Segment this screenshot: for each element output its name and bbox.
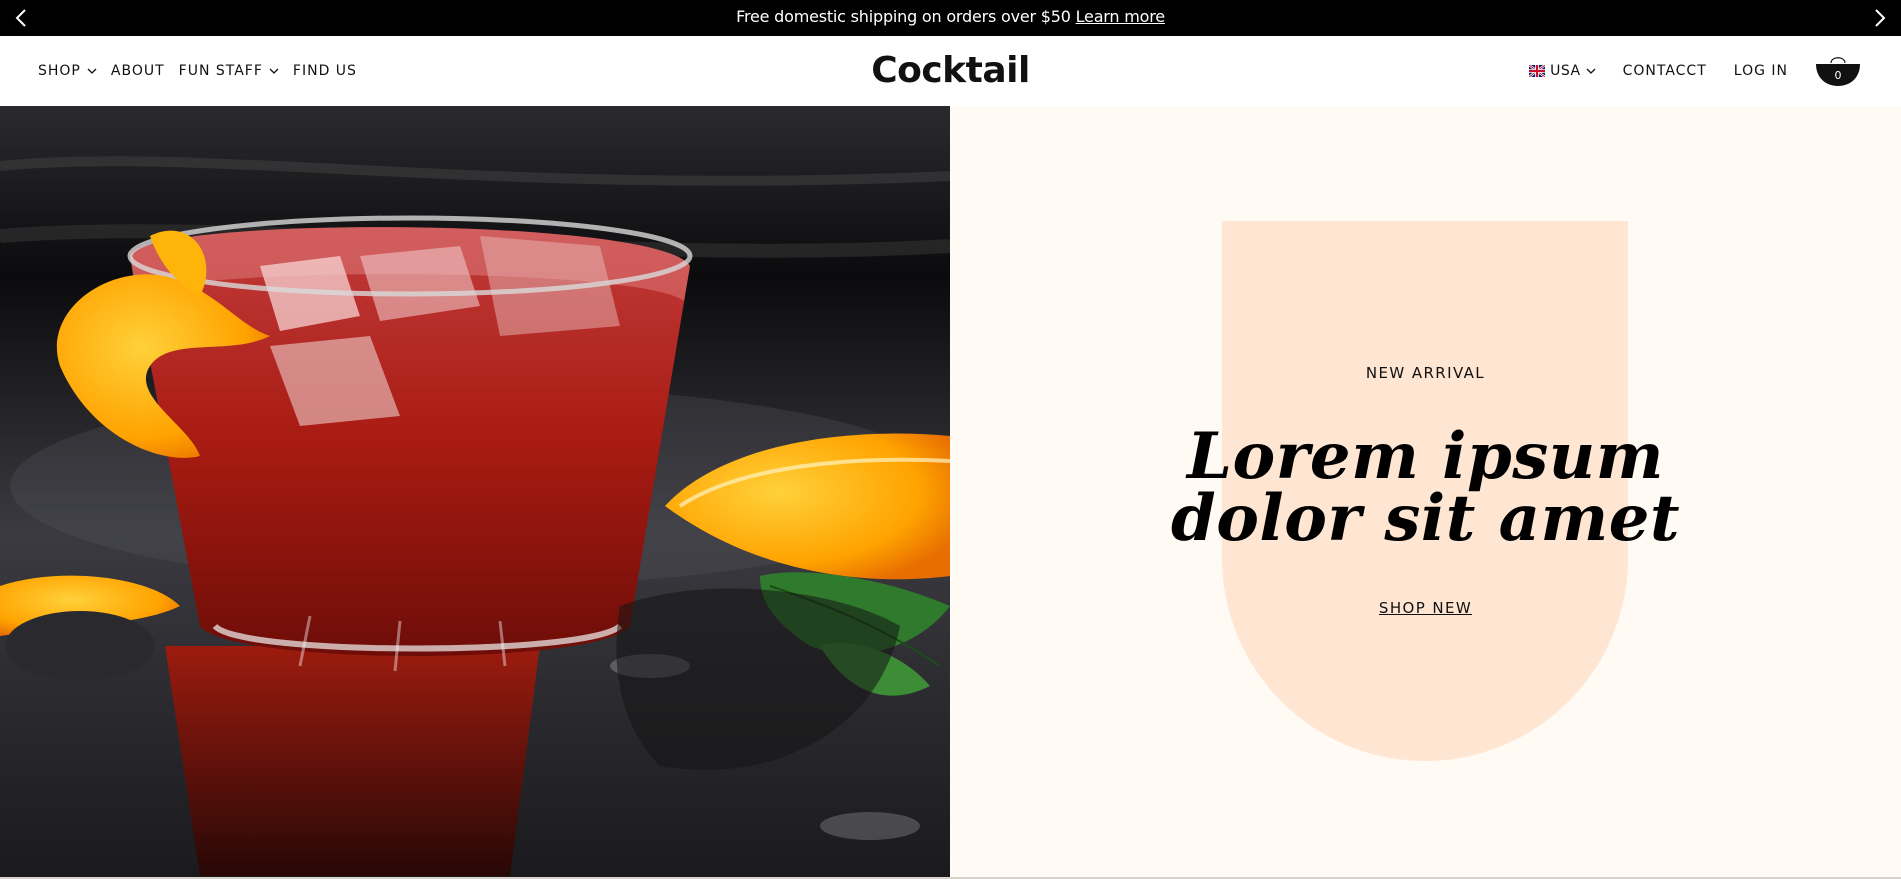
- cart-button[interactable]: 0: [1815, 54, 1861, 88]
- hero-eyebrow: NEW ARRIVAL: [1365, 364, 1486, 382]
- announcement-bar: Free domestic shipping on orders over $5…: [0, 0, 1901, 36]
- hero-headline-line1: Lorem ipsum: [1187, 419, 1664, 494]
- login-label: LOG IN: [1733, 63, 1788, 79]
- nav-find-us-label: FIND US: [292, 63, 357, 79]
- hero-panel: NEW ARRIVAL Lorem ipsum dolor sit amet S…: [950, 106, 1901, 879]
- hero-headline: Lorem ipsum dolor sit amet: [950, 419, 1901, 556]
- country-label: USA: [1550, 63, 1581, 79]
- nav-item-fun-staff[interactable]: FUN STAFF: [179, 63, 279, 79]
- uk-flag-icon: [1529, 65, 1546, 77]
- header-actions: USA CONTACCT LOG IN 0: [1529, 36, 1861, 106]
- country-selector[interactable]: USA: [1529, 63, 1596, 79]
- site-header: SHOP ABOUT FUN STAFF FIND US Cocktail US…: [0, 36, 1901, 106]
- nav-about-label: ABOUT: [110, 63, 165, 79]
- announcement-message: Free domestic shipping on orders over $5…: [0, 0, 1901, 36]
- nav-fun-staff-label: FUN STAFF: [178, 63, 263, 79]
- chevron-right-icon[interactable]: [1867, 6, 1891, 30]
- learn-more-link[interactable]: Learn more: [1076, 7, 1165, 26]
- contact-link[interactable]: CONTACCT: [1623, 63, 1707, 79]
- nav-item-find-us[interactable]: FIND US: [293, 63, 357, 79]
- login-link[interactable]: LOG IN: [1734, 63, 1788, 79]
- chevron-down-icon: [1586, 66, 1596, 76]
- hero-section: NEW ARRIVAL Lorem ipsum dolor sit amet S…: [0, 106, 1901, 879]
- cart-count: 0: [1834, 69, 1842, 82]
- shop-new-link[interactable]: SHOP NEW: [1379, 599, 1472, 617]
- chevron-down-icon: [269, 66, 279, 76]
- contact-label: CONTACCT: [1622, 63, 1707, 79]
- hero-headline-line2: dolor sit amet: [1170, 481, 1681, 556]
- nav-item-about[interactable]: ABOUT: [111, 63, 165, 79]
- cocktail-negroni-photo: [0, 106, 950, 879]
- announcement-text: Free domestic shipping on orders over $5…: [736, 7, 1071, 26]
- nav-item-shop[interactable]: SHOP: [38, 63, 97, 79]
- hero-cta: SHOP NEW: [950, 599, 1901, 618]
- chevron-down-icon: [87, 66, 97, 76]
- main-nav: SHOP ABOUT FUN STAFF FIND US: [38, 36, 357, 106]
- nav-shop-label: SHOP: [38, 63, 81, 79]
